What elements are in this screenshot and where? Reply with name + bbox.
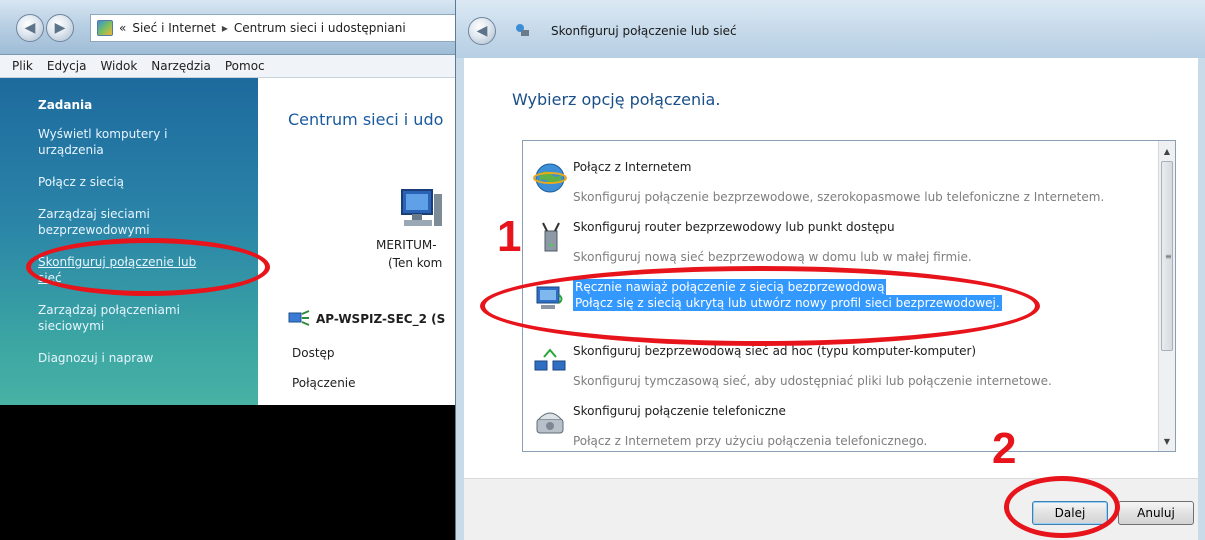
tasks-sidebar: Zadania Wyświetl komputery i urządzenia … bbox=[0, 78, 258, 405]
next-button[interactable]: Dalej bbox=[1032, 501, 1108, 525]
sidebar-link-connect[interactable]: Połącz z siecią bbox=[38, 174, 208, 190]
scroll-down-icon[interactable]: ▼ bbox=[1159, 433, 1175, 449]
phone-icon bbox=[536, 412, 564, 434]
access-label: Dostęp bbox=[292, 346, 335, 360]
computer-icon bbox=[401, 189, 442, 226]
connection-options-list[interactable]: Połącz z Internetem Skonfiguruj połączen… bbox=[522, 140, 1176, 452]
option-title: Połącz z Internetem bbox=[573, 160, 692, 174]
wireless-computer-icon bbox=[536, 286, 563, 309]
dialog-footer: Dalej Anuluj bbox=[464, 478, 1198, 540]
arrow-left-icon: ◀ bbox=[24, 20, 36, 36]
dialog-heading: Wybierz opcję połączenia. bbox=[512, 90, 721, 109]
menu-help[interactable]: Pomoc bbox=[225, 59, 265, 73]
dialog-back-button[interactable]: ◀ bbox=[468, 17, 496, 45]
option-title: Ręcznie nawiąż połączenie z siecią bezpr… bbox=[573, 279, 887, 295]
option-setup-router[interactable]: Skonfiguruj router bezprzewodowy lub pun… bbox=[527, 213, 1153, 265]
step-number-2: 2 bbox=[992, 424, 1017, 473]
sidebar-link-manage-wireless[interactable]: Zarządzaj sieciami bezprzewodowymi bbox=[38, 206, 208, 238]
step-number-1: 1 bbox=[497, 212, 522, 261]
option-title: Skonfiguruj połączenie telefoniczne bbox=[573, 404, 786, 418]
option-title: Skonfiguruj bezprzewodową sieć ad hoc (t… bbox=[573, 344, 977, 358]
control-panel-icon bbox=[97, 20, 113, 36]
network-icon bbox=[288, 310, 310, 326]
network-row: AP-WSPIZ-SEC_2 (S bbox=[288, 310, 445, 328]
option-dialup[interactable]: Skonfiguruj połączenie telefoniczne Połą… bbox=[527, 397, 1153, 449]
breadcrumb-item-center[interactable]: Centrum sieci i udostępniani bbox=[234, 21, 406, 35]
menu-edit[interactable]: Edycja bbox=[47, 59, 87, 73]
option-desc: Połącz z Internetem przy użyciu połączen… bbox=[573, 434, 928, 448]
adhoc-network-icon bbox=[534, 348, 566, 371]
menu-tools[interactable]: Narzędzia bbox=[151, 59, 211, 73]
computer-name: MERITUM- bbox=[376, 238, 437, 252]
globe-icon bbox=[533, 163, 567, 193]
sidebar-heading: Zadania bbox=[38, 98, 93, 112]
network-center-window: ◀ ▶ « Sieć i Internet ▸ Centrum sieci i … bbox=[0, 0, 462, 540]
dialog-body: Wybierz opcję połączenia. Połącz z Inter… bbox=[464, 58, 1198, 478]
option-desc: Skonfiguruj połączenie bezprzewodowe, sz… bbox=[573, 190, 1105, 204]
network-setup-icon bbox=[516, 24, 529, 36]
option-manual-wireless[interactable]: Ręcznie nawiąż połączenie z siecią bezpr… bbox=[527, 273, 1153, 325]
computer-subtitle: (Ten kom bbox=[388, 256, 443, 270]
option-desc: Skonfiguruj nową sieć bezprzewodową w do… bbox=[573, 250, 972, 264]
option-desc: Skonfiguruj tymczasową sieć, aby udostęp… bbox=[573, 374, 1052, 388]
network-name: AP-WSPIZ-SEC_2 (S bbox=[316, 312, 446, 326]
option-adhoc-network[interactable]: Skonfiguruj bezprzewodową sieć ad hoc (t… bbox=[527, 337, 1153, 389]
forward-button[interactable]: ▶ bbox=[46, 14, 74, 42]
setup-connection-dialog: ◀ Skonfiguruj połączenie lub sieć Wybier… bbox=[455, 0, 1205, 540]
breadcrumb-overflow[interactable]: « bbox=[119, 21, 126, 35]
router-icon bbox=[542, 222, 560, 252]
cancel-button[interactable]: Anuluj bbox=[1118, 501, 1194, 525]
sidebar-link-manage-connections[interactable]: Zarządzaj połączeniami sieciowymi bbox=[38, 302, 208, 334]
options-scrollbar[interactable]: ▲ ≡ ▼ bbox=[1158, 141, 1175, 451]
option-desc: Połącz się z siecią ukrytą lub utwórz no… bbox=[573, 295, 1002, 311]
menu-view[interactable]: Widok bbox=[100, 59, 137, 73]
option-connect-internet[interactable]: Połącz z Internetem Skonfiguruj połączen… bbox=[527, 153, 1153, 205]
breadcrumb-separator[interactable]: ▸ bbox=[222, 21, 228, 35]
menu-file[interactable]: Plik bbox=[12, 59, 33, 73]
dialog-title-bar: ◀ Skonfiguruj połączenie lub sieć bbox=[456, 0, 1205, 58]
scroll-thumb[interactable]: ≡ bbox=[1161, 161, 1173, 351]
sidebar-link-setup-connection[interactable]: Skonfiguruj połączenie lub sieć bbox=[38, 254, 208, 286]
sidebar-link-diagnose[interactable]: Diagnozuj i napraw bbox=[38, 350, 208, 366]
grip-icon: ≡ bbox=[1165, 252, 1172, 261]
arrow-right-icon: ▶ bbox=[54, 20, 66, 36]
address-bar-area: ◀ ▶ « Sieć i Internet ▸ Centrum sieci i … bbox=[0, 0, 462, 55]
back-button[interactable]: ◀ bbox=[16, 14, 44, 42]
breadcrumb-item-network[interactable]: Sieć i Internet bbox=[132, 21, 216, 35]
menu-bar: Plik Edycja Widok Narzędzia Pomoc bbox=[0, 55, 462, 78]
scroll-up-icon[interactable]: ▲ bbox=[1159, 143, 1175, 159]
sidebar-link-view-computers[interactable]: Wyświetl komputery i urządzenia bbox=[38, 126, 208, 158]
arrow-left-icon: ◀ bbox=[476, 23, 488, 39]
network-center-content: Centrum sieci i udo MERITUM- (Ten kom AP… bbox=[258, 78, 462, 405]
dialog-title: Skonfiguruj połączenie lub sieć bbox=[551, 24, 737, 38]
connection-label: Połączenie bbox=[292, 376, 356, 390]
page-title: Centrum sieci i udo bbox=[288, 110, 444, 129]
breadcrumb[interactable]: « Sieć i Internet ▸ Centrum sieci i udos… bbox=[90, 14, 462, 42]
option-title: Skonfiguruj router bezprzewodowy lub pun… bbox=[573, 220, 895, 234]
black-background bbox=[0, 405, 462, 540]
